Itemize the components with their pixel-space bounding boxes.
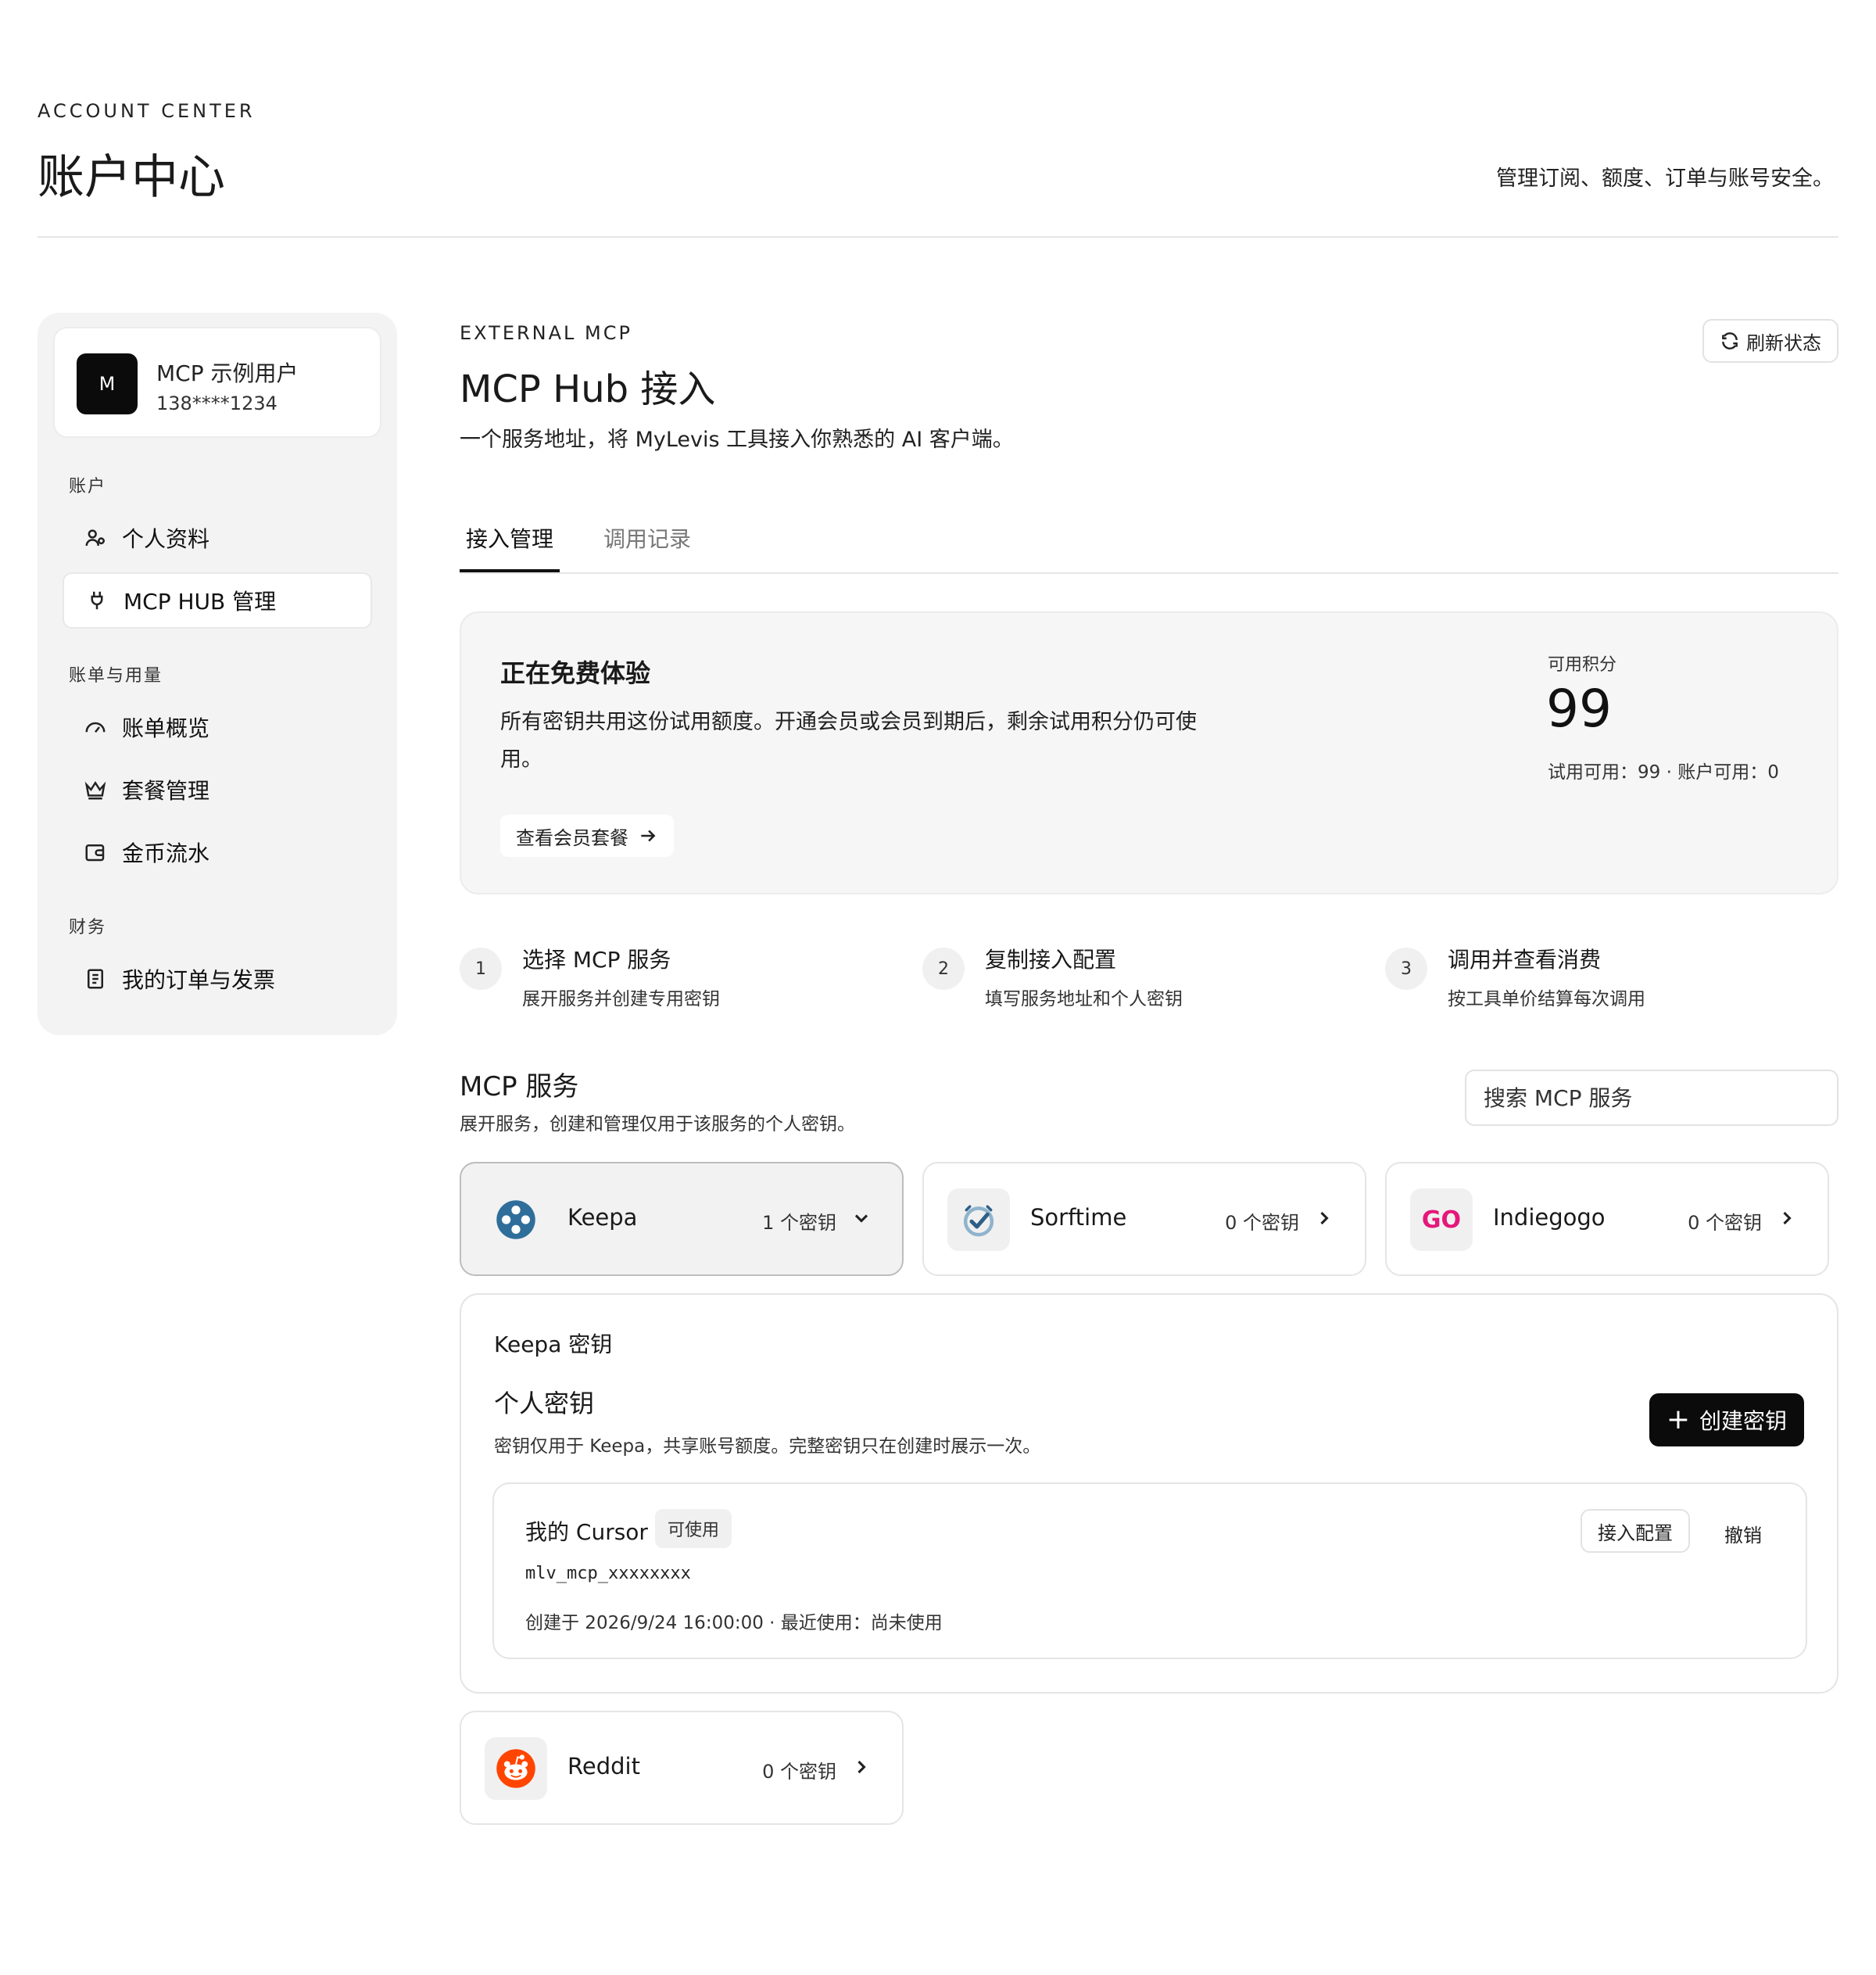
page-eyebrow: ACCOUNT CENTER — [38, 100, 256, 122]
service-name: Sorftime — [1030, 1204, 1127, 1231]
service-card-sorftime[interactable]: Sorftime 0 个密钥 — [922, 1162, 1366, 1276]
step-description: 填写服务地址和个人密钥 — [985, 989, 1183, 1009]
indiegogo-logo: GO — [1410, 1188, 1473, 1251]
service-name: Keepa — [567, 1204, 638, 1231]
sidebar-item-label: 个人资料 — [122, 526, 210, 552]
step-description: 按工具单价结算每次调用 — [1448, 989, 1645, 1009]
services-description: 展开服务，创建和管理仅用于该服务的个人密钥。 — [460, 1114, 855, 1134]
service-card-keepa[interactable]: Keepa 1 个密钥 — [460, 1162, 904, 1276]
sidebar-item-orders-invoices[interactable]: 我的订单与发票 — [63, 951, 372, 1007]
section-eyebrow: EXTERNAL MCP — [460, 322, 632, 344]
tab-bar: 接入管理 调用记录 — [460, 516, 1838, 574]
step-number: 3 — [1385, 948, 1427, 990]
plug-icon — [84, 588, 109, 613]
wallet-icon — [83, 840, 108, 865]
user-icon — [83, 525, 108, 550]
service-key-count: 0 个密钥 — [1688, 1212, 1762, 1234]
create-key-button[interactable]: + 创建密钥 — [1649, 1393, 1804, 1446]
search-input[interactable] — [1465, 1070, 1838, 1126]
personal-keys-description: 密钥仅用于 Keepa，共享账号额度。完整密钥只在创建时展示一次。 — [494, 1436, 1041, 1457]
sidebar-item-coin-ledger[interactable]: 金币流水 — [63, 824, 372, 880]
sidebar-item-label: 套餐管理 — [122, 778, 210, 804]
main-title: MCP Hub 接入 — [460, 367, 716, 411]
sidebar-item-profile[interactable]: 个人资料 — [63, 510, 372, 566]
credit-value: 99 — [1546, 679, 1612, 739]
sidebar-item-billing-overview[interactable]: 账单概览 — [63, 699, 372, 755]
service-card-indiegogo[interactable]: GO Indiegogo 0 个密钥 — [1385, 1162, 1829, 1276]
steps: 1 选择 MCP 服务 展开服务并创建专用密钥 2 复制接入配置 填写服务地址和… — [460, 943, 1838, 1013]
page-title: 账户中心 — [38, 150, 225, 205]
sidebar-item-label: 账单概览 — [122, 715, 210, 741]
main-description: 一个服务地址，将 MyLevis 工具接入你熟悉的 AI 客户端。 — [460, 428, 1014, 452]
arrow-right-icon — [641, 830, 656, 842]
key-meta: 创建于 2026/9/24 16:00:00 · 最近使用：尚未使用 — [525, 1613, 943, 1633]
service-card-reddit[interactable]: Reddit 0 个密钥 — [460, 1711, 904, 1825]
credit-label: 可用积分 — [1548, 655, 1617, 675]
keepa-key-panel: Keepa 密钥 个人密钥 密钥仅用于 Keepa，共享账号额度。完整密钥只在创… — [460, 1293, 1838, 1694]
page-header: ACCOUNT CENTER 账户中心 管理订阅、额度、订单与账号安全。 — [38, 100, 1838, 238]
refresh-label: 刷新状态 — [1746, 332, 1821, 354]
refresh-button[interactable]: 刷新状态 — [1702, 319, 1838, 363]
sidebar-item-mcp-hub[interactable]: MCP HUB 管理 — [63, 572, 372, 629]
step-number: 1 — [460, 948, 502, 990]
sidebar-item-plans[interactable]: 套餐管理 — [63, 762, 372, 818]
key-name: 我的 Cursor — [525, 1519, 648, 1545]
tab-call-records[interactable]: 调用记录 — [597, 522, 697, 572]
service-key-count: 1 个密钥 — [762, 1212, 836, 1234]
service-key-count: 0 个密钥 — [1225, 1212, 1299, 1234]
view-plans-link[interactable]: 查看会员套餐 — [500, 815, 674, 857]
sorftime-logo — [947, 1188, 1010, 1251]
create-key-label: 创建密钥 — [1699, 1408, 1787, 1434]
chevron-right-icon — [1313, 1207, 1335, 1229]
trial-title: 正在免费体验 — [500, 658, 651, 688]
reddit-logo — [485, 1737, 547, 1800]
credit-detail: 试用可用：99 · 账户可用：0 — [1548, 762, 1779, 783]
trial-card: 正在免费体验 所有密钥共用这份试用额度。开通会员或会员到期后，剩余试用积分仍可使… — [460, 611, 1838, 894]
service-name: Reddit — [567, 1753, 640, 1780]
step-title: 复制接入配置 — [985, 947, 1117, 973]
trial-description: 所有密钥共用这份试用额度。开通会员或会员到期后，剩余试用积分仍可使用。 — [500, 710, 1197, 772]
step-2: 2 复制接入配置 填写服务地址和个人密钥 — [922, 943, 1360, 1013]
nav-section-billing: 账单与用量 — [69, 666, 163, 686]
user-card[interactable]: M MCP 示例用户 138****1234 — [53, 327, 381, 438]
step-description: 展开服务并创建专用密钥 — [522, 989, 720, 1009]
sidebar-item-label: 金币流水 — [122, 841, 210, 866]
chevron-down-icon — [850, 1207, 872, 1229]
plus-icon: + — [1666, 1403, 1690, 1436]
user-phone: 138****1234 — [156, 392, 277, 414]
chevron-right-icon — [850, 1756, 872, 1778]
sidebar-item-label: 我的订单与发票 — [122, 967, 276, 993]
step-title: 调用并查看消费 — [1448, 947, 1602, 973]
status-badge: 可使用 — [655, 1509, 732, 1548]
receipt-icon — [83, 966, 108, 991]
chevron-right-icon — [1776, 1207, 1798, 1229]
view-plans-label: 查看会员套餐 — [516, 826, 628, 849]
sidebar: M MCP 示例用户 138****1234 账户 个人资料 MCP HUB 管… — [38, 313, 397, 1035]
key-row: 我的 Cursor 可使用 mlv_mcp_xxxxxxxx 创建于 2026/… — [492, 1482, 1807, 1659]
access-config-button[interactable]: 接入配置 — [1581, 1509, 1690, 1553]
service-key-count: 0 个密钥 — [762, 1761, 836, 1783]
step-title: 选择 MCP 服务 — [522, 947, 671, 973]
user-name: MCP 示例用户 — [156, 360, 299, 386]
page-subtitle: 管理订阅、额度、订单与账号安全。 — [1496, 167, 1834, 191]
avatar: M — [77, 353, 138, 414]
gauge-icon — [83, 715, 108, 740]
step-number: 2 — [922, 948, 965, 990]
tab-access-management[interactable]: 接入管理 — [460, 522, 560, 572]
personal-keys-title: 个人密钥 — [494, 1389, 595, 1418]
crown-icon — [83, 777, 108, 802]
refresh-icon — [1722, 332, 1738, 349]
step-1: 1 选择 MCP 服务 展开服务并创建专用密钥 — [460, 943, 897, 1013]
keepa-logo — [485, 1188, 547, 1251]
key-value: mlv_mcp_xxxxxxxx — [525, 1564, 691, 1583]
nav-section-account: 账户 — [69, 477, 107, 496]
key-panel-title: Keepa 密钥 — [494, 1332, 613, 1357]
step-3: 3 调用并查看消费 按工具单价结算每次调用 — [1385, 943, 1823, 1013]
nav-section-finance: 财务 — [69, 918, 107, 937]
services-title: MCP 服务 — [460, 1071, 579, 1102]
sidebar-item-label: MCP HUB 管理 — [124, 589, 277, 615]
revoke-button[interactable]: 撤销 — [1724, 1520, 1762, 1547]
service-name: Indiegogo — [1493, 1204, 1606, 1231]
